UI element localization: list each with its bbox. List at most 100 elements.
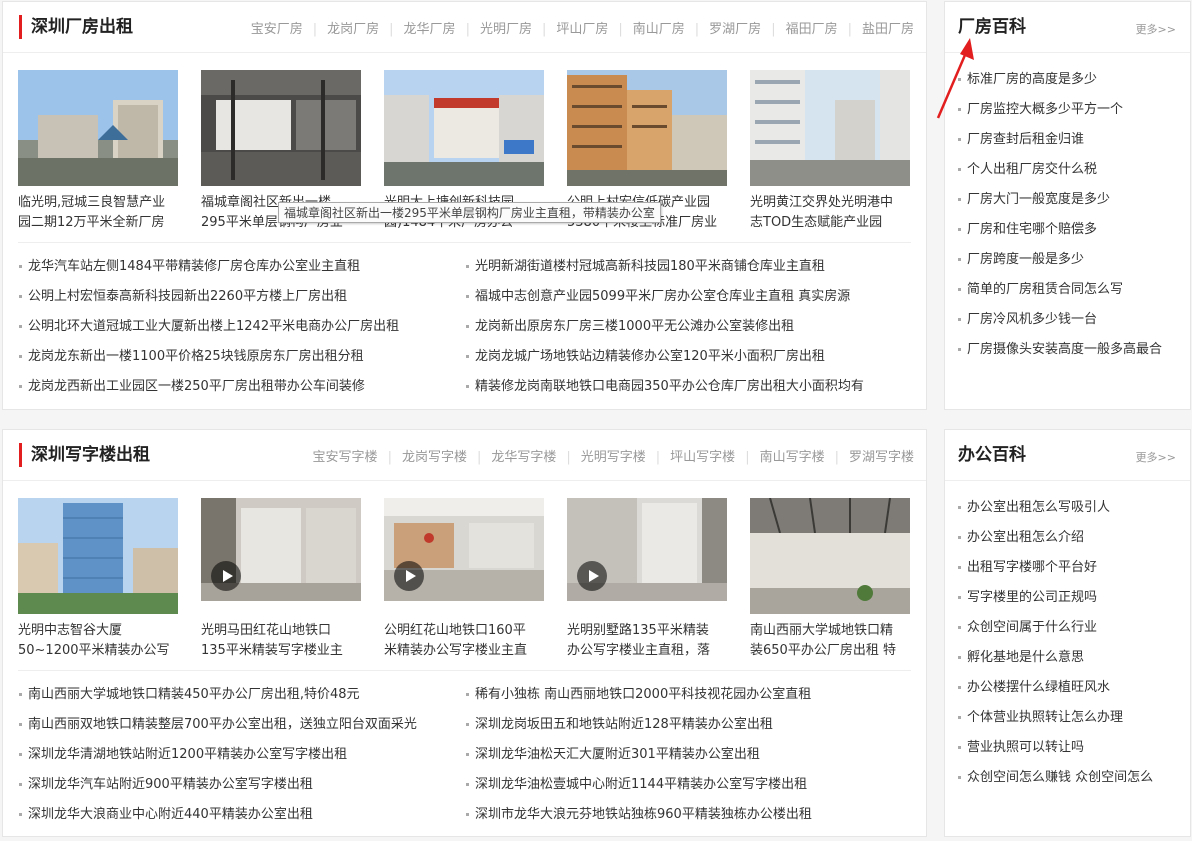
factory-listing-item-5[interactable]: 龙岗龙西新出工业园区一楼250平厂房出租带办公车间装修 xyxy=(19,372,399,402)
bullet-icon xyxy=(958,566,961,569)
office-wiki-item-9[interactable]: 营业执照可以转让吗 xyxy=(958,733,1153,763)
factory-card-5-image[interactable] xyxy=(750,70,910,186)
office-wiki-item-3[interactable]: 出租写字楼哪个平台好 xyxy=(958,553,1153,583)
office-wiki-more-link[interactable]: 更多>> xyxy=(1136,449,1176,465)
factory-wiki-item-10[interactable]: 厂房摄像头安装高度一般多高最合 xyxy=(958,335,1162,365)
office-wiki-item-6[interactable]: 孵化基地是什么意思 xyxy=(958,643,1153,673)
bullet-icon xyxy=(19,753,22,756)
office-listing-item-5[interactable]: 深圳市龙华大浪元芬地铁站独栋960平精装独栋办公楼出租 xyxy=(466,800,812,830)
factory-listing-item-1[interactable]: 光明新湖街道楼村冠城高新科技园180平米商铺仓库业主直租 xyxy=(466,252,864,282)
factory-wiki-item-6[interactable]: 厂房和住宅哪个赔偿多 xyxy=(958,215,1162,245)
bullet-icon xyxy=(466,385,469,388)
office-listing-item-2[interactable]: 南山西丽双地铁口精装整层700平办公室出租，送独立阳台双面采光 xyxy=(19,710,417,740)
office-listing-item-4[interactable]: 深圳龙华油松壹城中心附近1144平精装办公室写字楼出租 xyxy=(466,770,812,800)
office-wiki-item-label: 众创空间属于什么行业 xyxy=(967,620,1098,635)
factory-card-5[interactable]: 光明黄江交界处光明港中 志TOD生态赋能产业园 xyxy=(750,70,910,233)
factory-card-1[interactable]: 临光明,冠城三良智慧产业 园二期12万平米全新厂房 xyxy=(18,70,178,233)
office-listing-item-3[interactable]: 深圳龙华清湖地铁站附近1200平精装办公室写字楼出租 xyxy=(19,740,417,770)
office-card-5[interactable]: 南山西丽大学城地铁口精 装650平办公厂房出租 特 xyxy=(750,498,910,661)
office-listing-item-1[interactable]: 南山西丽大学城地铁口精装450平办公厂房出租,特价48元 xyxy=(19,680,417,710)
factory-wiki-item-3[interactable]: 厂房查封后租金归谁 xyxy=(958,125,1162,155)
office-card-4-image[interactable] xyxy=(567,498,727,601)
factory-wiki-item-5[interactable]: 厂房大门一般宽度是多少 xyxy=(958,185,1162,215)
office-wiki-item-2[interactable]: 办公室出租怎么介绍 xyxy=(958,523,1153,553)
factory-district-link-2[interactable]: 龙岗厂房 xyxy=(327,22,379,37)
office-wiki-item-8[interactable]: 个体营业执照转让怎么办理 xyxy=(958,703,1153,733)
factory-wiki-item-9[interactable]: 厂房冷风机多少钱一台 xyxy=(958,305,1162,335)
office-wiki-item-4[interactable]: 写字楼里的公司正规吗 xyxy=(958,583,1153,613)
factory-wiki-panel: 厂房百科 更多>> 标准厂房的高度是多少 厂房监控大概多少平方一个 厂房查封后租金归… xyxy=(944,1,1191,410)
factory-wiki-item-8[interactable]: 简单的厂房租赁合同怎么写 xyxy=(958,275,1162,305)
office-wiki-title[interactable]: 办公百科 xyxy=(958,443,1026,467)
bullet-icon xyxy=(19,385,22,388)
office-district-link-1[interactable]: 宝安写字楼 xyxy=(313,450,378,465)
office-card-5-image[interactable] xyxy=(750,498,910,614)
office-card-2[interactable]: 光明马田红花山地铁口 135平米精装写字楼业主 xyxy=(201,498,361,661)
office-card-3-image[interactable] xyxy=(384,498,544,601)
factory-listing-item-1[interactable]: 龙华汽车站左侧1484平带精装修厂房仓库办公室业主直租 xyxy=(19,252,399,282)
factory-listing-item-5[interactable]: 精装修龙岗南联地铁口电商园350平办公仓库厂房出租大小面积均有 xyxy=(466,372,864,402)
office-card-4-text[interactable]: 光明别墅路135平米精装 办公写字楼业主直租，落 xyxy=(567,621,727,661)
factory-card-1-text[interactable]: 临光明,冠城三良智慧产业 园二期12万平米全新厂房 xyxy=(18,193,178,233)
office-district-link-2[interactable]: 龙岗写字楼 xyxy=(402,450,467,465)
factory-listing-item-3[interactable]: 公明北环大道冠城工业大厦新出楼上1242平米电商办公厂房出租 xyxy=(19,312,399,342)
office-card-3[interactable]: 公明红花山地铁口160平 米精装办公写字楼业主直 xyxy=(384,498,544,661)
factory-panel-title[interactable]: 深圳厂房出租 xyxy=(19,15,133,39)
office-listing-item-5[interactable]: 深圳龙华大浪商业中心附近440平精装办公室出租 xyxy=(19,800,417,830)
factory-district-link-8[interactable]: 福田厂房 xyxy=(786,22,838,37)
factory-wiki-more-link[interactable]: 更多>> xyxy=(1136,21,1176,37)
office-listing-item-1[interactable]: 稀有小独栋 南山西丽地铁口2000平科技视花园办公室直租 xyxy=(466,680,812,710)
factory-wiki-item-4[interactable]: 个人出租厂房交什么税 xyxy=(958,155,1162,185)
factory-listing-item-4[interactable]: 龙岗龙城广场地铁站边精装修办公室120平米小面积厂房出租 xyxy=(466,342,864,372)
office-card-5-text[interactable]: 南山西丽大学城地铁口精 装650平办公厂房出租 特 xyxy=(750,621,910,661)
office-wiki-item-10[interactable]: 众创空间怎么赚钱 众创空间怎么 xyxy=(958,763,1153,793)
office-district-link-3[interactable]: 龙华写字楼 xyxy=(491,450,556,465)
office-district-link-5[interactable]: 坪山写字楼 xyxy=(670,450,735,465)
office-card-4[interactable]: 光明别墅路135平米精装 办公写字楼业主直租，落 xyxy=(567,498,727,661)
factory-district-link-4[interactable]: 光明厂房 xyxy=(480,22,532,37)
factory-card-2-image[interactable] xyxy=(201,70,361,186)
office-district-link-6[interactable]: 南山写字楼 xyxy=(760,450,825,465)
factory-wiki-item-1[interactable]: 标准厂房的高度是多少 xyxy=(958,65,1162,95)
factory-district-link-9[interactable]: 盐田厂房 xyxy=(862,22,914,37)
factory-district-link-3[interactable]: 龙华厂房 xyxy=(404,22,456,37)
office-card-1-image[interactable] xyxy=(18,498,178,614)
factory-wiki-item-2[interactable]: 厂房监控大概多少平方一个 xyxy=(958,95,1162,125)
factory-district-link-6[interactable]: 南山厂房 xyxy=(633,22,685,37)
factory-listing-item-4[interactable]: 龙岗龙东新出一楼1100平价格25块钱原房东厂房出租分租 xyxy=(19,342,399,372)
office-listing-item-4[interactable]: 深圳龙华汽车站附近900平精装办公室写字楼出租 xyxy=(19,770,417,800)
link-separator: | xyxy=(834,450,839,465)
office-wiki-item-5[interactable]: 众创空间属于什么行业 xyxy=(958,613,1153,643)
factory-wiki-item-7[interactable]: 厂房跨度一般是多少 xyxy=(958,245,1162,275)
factory-card-3-image[interactable] xyxy=(384,70,544,186)
factory-district-link-5[interactable]: 坪山厂房 xyxy=(556,22,608,37)
office-card-1[interactable]: 光明中志智谷大厦 50~1200平米精装办公写 xyxy=(18,498,178,661)
office-card-1-text[interactable]: 光明中志智谷大厦 50~1200平米精装办公写 xyxy=(18,621,178,661)
bullet-icon xyxy=(958,746,961,749)
video-play-icon[interactable] xyxy=(211,561,241,591)
link-separator: | xyxy=(387,450,392,465)
office-card-2-text[interactable]: 光明马田红花山地铁口 135平米精装写字楼业主 xyxy=(201,621,361,661)
video-play-icon[interactable] xyxy=(394,561,424,591)
office-listing-item-3[interactable]: 深圳龙华油松天汇大厦附近301平精装办公室出租 xyxy=(466,740,812,770)
bullet-icon xyxy=(958,138,961,141)
factory-listing-item-3[interactable]: 龙岗新出原房东厂房三楼1000平无公滩办公室装修出租 xyxy=(466,312,864,342)
factory-listing-item-2[interactable]: 福城中志创意产业园5099平米厂房办公室仓库业主直租 真实房源 xyxy=(466,282,864,312)
bullet-icon xyxy=(958,716,961,719)
office-district-link-7[interactable]: 罗湖写字楼 xyxy=(849,450,914,465)
factory-card-1-image[interactable] xyxy=(18,70,178,186)
factory-district-link-1[interactable]: 宝安厂房 xyxy=(251,22,303,37)
office-listing-item-2[interactable]: 深圳龙岗坂田五和地铁站附近128平精装办公室出租 xyxy=(466,710,812,740)
factory-district-link-7[interactable]: 罗湖厂房 xyxy=(709,22,761,37)
office-card-3-text[interactable]: 公明红花山地铁口160平 米精装办公写字楼业主直 xyxy=(384,621,544,661)
factory-listing-item-2[interactable]: 公明上村宏恒泰高新科技园新出2260平方楼上厂房出租 xyxy=(19,282,399,312)
factory-card-5-text[interactable]: 光明黄江交界处光明港中 志TOD生态赋能产业园 xyxy=(750,193,910,233)
office-card-2-image[interactable] xyxy=(201,498,361,601)
office-wiki-item-7[interactable]: 办公楼摆什么绿植旺风水 xyxy=(958,673,1153,703)
factory-card-4-image[interactable] xyxy=(567,70,727,186)
video-play-icon[interactable] xyxy=(577,561,607,591)
bullet-icon xyxy=(958,536,961,539)
office-district-link-4[interactable]: 光明写字楼 xyxy=(581,450,646,465)
office-panel-title[interactable]: 深圳写字楼出租 xyxy=(19,443,150,467)
office-wiki-item-1[interactable]: 办公室出租怎么写吸引人 xyxy=(958,493,1153,523)
